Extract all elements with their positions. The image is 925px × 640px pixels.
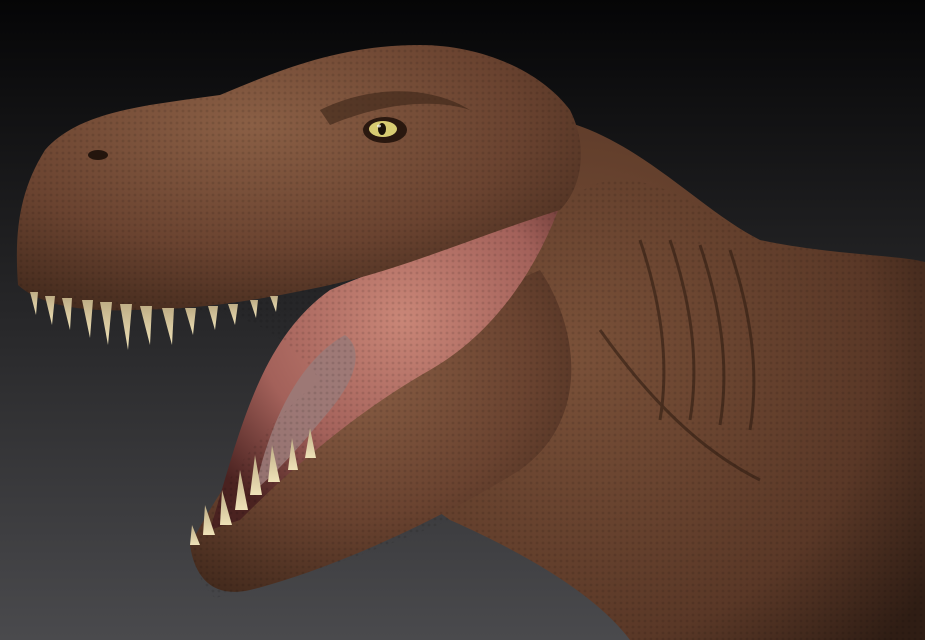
trex-illustration <box>0 0 925 640</box>
trex-eye <box>363 117 407 143</box>
trex-nostril <box>88 150 108 160</box>
render-viewport <box>0 0 925 640</box>
